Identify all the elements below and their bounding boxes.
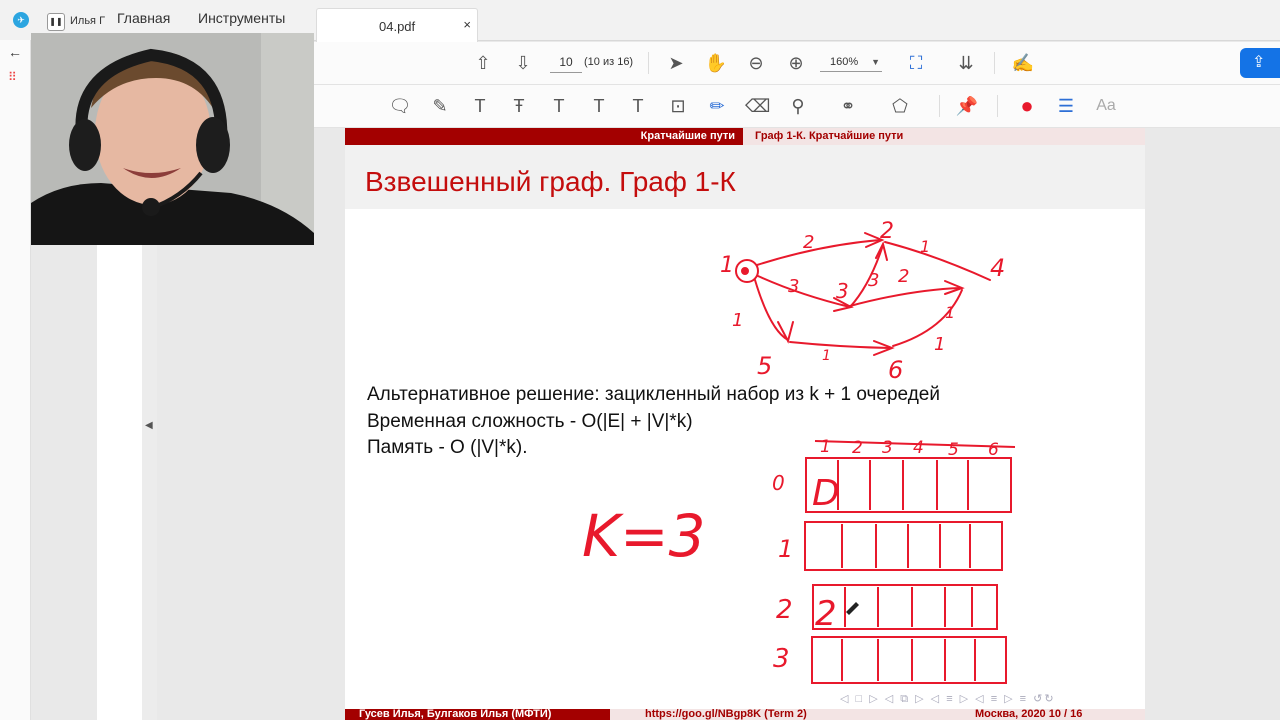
column-label: 3 <box>882 438 893 458</box>
edge-weight: 1 <box>945 303 955 322</box>
edge-weight: 1 <box>934 334 945 355</box>
column-label: 4 <box>913 438 924 458</box>
edge-weight: 2 <box>803 232 814 253</box>
node-label-4: 4 <box>990 254 1005 282</box>
node-label-2: 2 <box>880 219 894 244</box>
queue-0-cell-value: D <box>812 473 840 514</box>
queue-3-dividers <box>841 639 976 681</box>
graph-drawing <box>735 232 991 356</box>
edge-weight: 1 <box>920 237 930 256</box>
edge-weight: 2 <box>898 266 909 287</box>
column-label: 5 <box>948 440 959 460</box>
queue-index-0: 0 <box>772 471 785 495</box>
queue-2-cell-value: 2 <box>815 594 837 634</box>
k-label: K=3 <box>582 502 706 570</box>
edge-1-2 <box>756 239 881 266</box>
microphone <box>142 198 160 216</box>
queue-index-1: 1 <box>778 535 793 563</box>
pen-cursor-icon <box>846 602 859 615</box>
webcam-overlay <box>31 33 314 245</box>
node-label-6: 6 <box>888 356 903 384</box>
headset-ear-right <box>196 117 230 173</box>
edge-5-6 <box>789 341 891 349</box>
queue-index-3: 3 <box>773 644 790 674</box>
graph-node-1-dot <box>741 267 749 275</box>
edge-weight: 3 <box>788 276 799 297</box>
edge-weight: 1 <box>732 310 743 331</box>
queue-index-2: 2 <box>776 595 793 625</box>
node-label-5: 5 <box>757 352 772 380</box>
edge-weight: 3 <box>868 270 879 291</box>
queue-2 <box>812 584 998 630</box>
edge-3-4 <box>849 287 961 307</box>
edge-weight: 1 <box>822 348 831 364</box>
queue-2-dividers <box>844 587 973 627</box>
column-label: 6 <box>988 440 999 460</box>
graph-labels: 1 2 3 4 5 6 2 3 3 2 1 1 1 1 1 K=3 <box>582 219 1005 570</box>
queue-1 <box>804 521 1003 571</box>
node-label-1: 1 <box>720 253 734 278</box>
headset-ear-left <box>69 119 101 171</box>
queue-1-dividers <box>841 524 971 568</box>
column-label: 1 <box>820 437 831 457</box>
node-label-3: 3 <box>836 279 849 303</box>
presenter-video <box>31 33 314 245</box>
edge-1-5-arrow <box>777 321 794 344</box>
queue-0-dividers <box>837 460 969 510</box>
column-label: 2 <box>852 438 863 458</box>
